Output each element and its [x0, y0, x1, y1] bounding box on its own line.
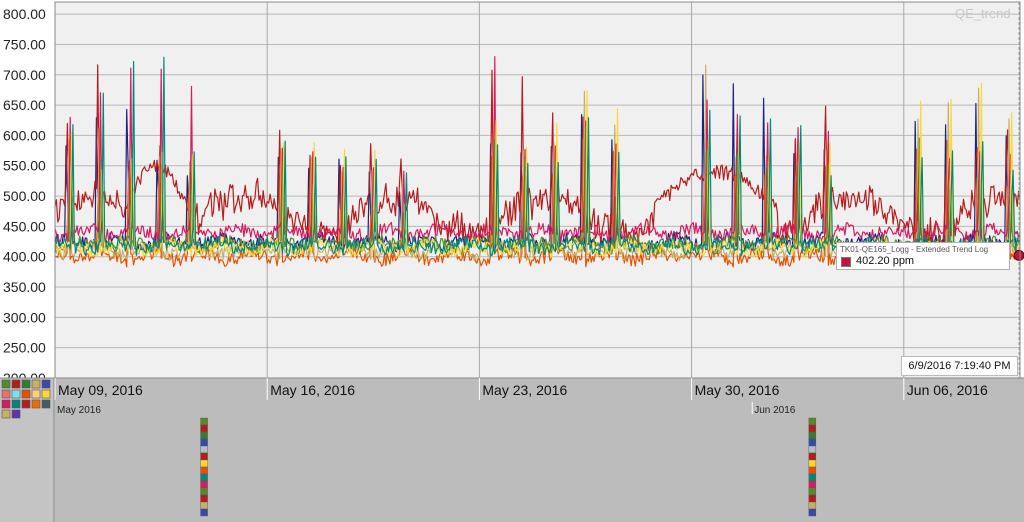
y-tick-label: 550.00: [3, 158, 46, 174]
legend-swatch[interactable]: [31, 399, 41, 409]
navigator-marker: [808, 487, 817, 496]
x-tick-label: May 30, 2016: [695, 382, 780, 398]
navigator-marker: [808, 438, 817, 447]
tooltip-series-name: TK01-QE165_Logg - Extended Trend Log: [840, 245, 989, 254]
x-tick-label: Jun 06, 2016: [907, 382, 988, 398]
navigator-marker: [808, 459, 817, 468]
x-tick-label: May 23, 2016: [482, 382, 567, 398]
navigator-marker: [808, 452, 817, 461]
y-tick-label: 500.00: [3, 188, 46, 204]
navigator-marker: [808, 424, 817, 433]
y-tick-label: 400.00: [3, 249, 46, 265]
navigator-marker: [808, 417, 817, 426]
navigator-marker: [200, 466, 208, 475]
navigator-marker: [200, 494, 208, 503]
y-tick-label: 600.00: [3, 127, 46, 143]
navigator-marker: [200, 452, 208, 461]
navigator-marker: [200, 501, 208, 510]
chart-watermark: QE_trend: [955, 6, 1011, 21]
legend-swatch[interactable]: [1, 379, 11, 389]
y-tick-label: 250.00: [3, 340, 46, 356]
tooltip-color-swatch: [841, 257, 851, 267]
legend-swatch[interactable]: [31, 379, 41, 389]
navigator-marker: [200, 417, 208, 426]
navigator-marker: [200, 438, 208, 447]
navigator-marker: [200, 424, 208, 433]
legend-swatch[interactable]: [41, 379, 51, 389]
y-tick-label: 700.00: [3, 67, 46, 83]
legend-swatch[interactable]: [21, 399, 31, 409]
legend-swatch[interactable]: [41, 399, 51, 409]
navigator-background: [0, 378, 1024, 522]
navigator-marker: [200, 473, 208, 482]
navigator-marker: [200, 459, 208, 468]
legend-swatch[interactable]: [41, 389, 51, 399]
navigator-marker: [808, 494, 817, 503]
y-tick-label: 300.00: [3, 309, 46, 325]
value-tooltip: TK01-QE165_Logg - Extended Trend Log 402…: [836, 242, 1010, 270]
navigator-month-label: Jun 2016: [754, 405, 796, 416]
legend-swatch[interactable]: [21, 389, 31, 399]
cursor-timestamp: 6/9/2016 7:19:40 PM: [901, 356, 1018, 376]
y-tick-label: 350.00: [3, 279, 46, 295]
legend-swatch[interactable]: [1, 399, 11, 409]
navigator-marker: [808, 466, 817, 475]
legend-swatch[interactable]: [1, 389, 11, 399]
legend-swatch[interactable]: [11, 399, 21, 409]
y-tick-label: 800.00: [3, 6, 46, 22]
legend-swatch[interactable]: [21, 379, 31, 389]
cursor-marker[interactable]: [1013, 249, 1024, 261]
legend-swatch[interactable]: [11, 379, 21, 389]
legend-swatch[interactable]: [11, 409, 21, 419]
legend-swatch[interactable]: [31, 389, 41, 399]
navigator-marker: [808, 431, 817, 440]
navigator-marker: [200, 431, 208, 440]
navigator-marker: [200, 487, 208, 496]
navigator-marker: [200, 508, 208, 517]
y-tick-label: 450.00: [3, 218, 46, 234]
navigator-month-label: May 2016: [57, 405, 101, 416]
navigator-marker: [808, 501, 817, 510]
y-tick-label: 650.00: [3, 97, 46, 113]
legend-panel: [0, 378, 55, 522]
navigator-marker: [808, 473, 817, 482]
x-tick-label: May 09, 2016: [58, 382, 143, 398]
legend-swatch[interactable]: [11, 389, 21, 399]
navigator-marker: [200, 480, 208, 489]
navigator-marker: [808, 508, 817, 517]
legend-swatch[interactable]: [1, 409, 11, 419]
navigator-marker: [808, 480, 817, 489]
y-tick-label: 750.00: [3, 36, 46, 52]
x-tick-label: May 16, 2016: [270, 382, 355, 398]
tooltip-value: 402.20 ppm: [856, 255, 915, 267]
navigator-marker: [808, 445, 817, 454]
plot-area: [55, 2, 1020, 378]
navigator-marker: [200, 445, 208, 454]
trend-viewer: 800.00 750.00 700.00 650.00 600.00 550.00 500.…: [0, 0, 1024, 522]
